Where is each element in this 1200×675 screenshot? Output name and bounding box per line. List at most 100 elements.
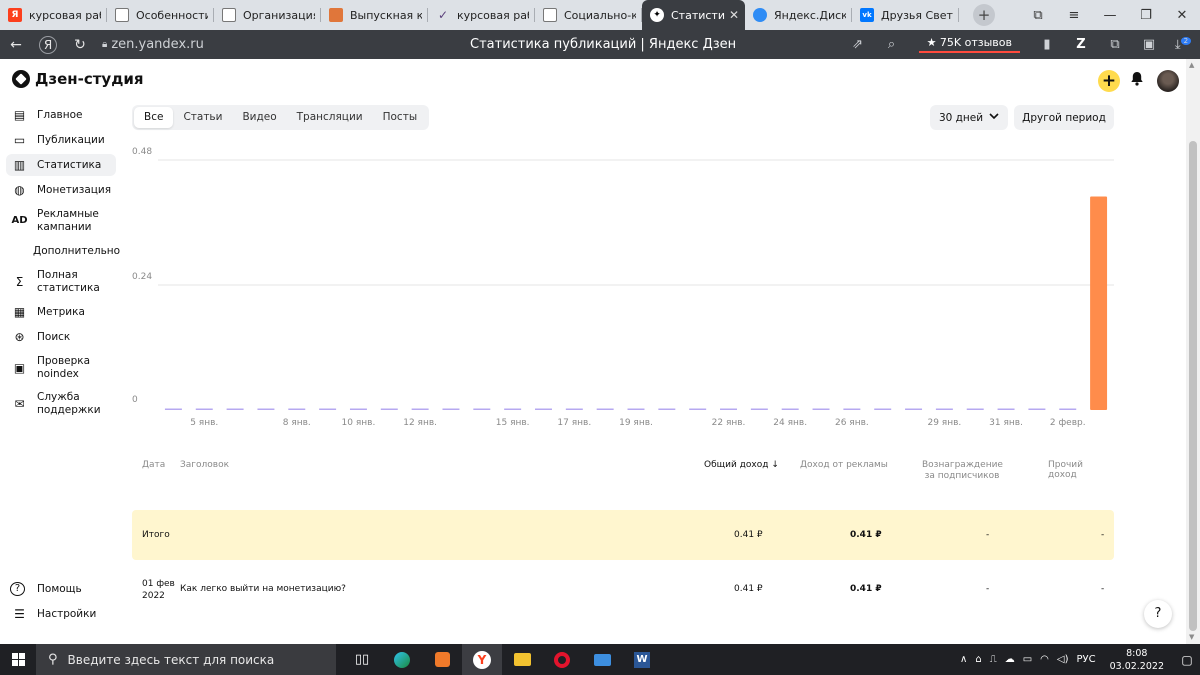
create-publication-button[interactable]: + [1098, 70, 1120, 92]
opera-icon[interactable] [542, 644, 582, 675]
scroll-up-arrow-icon[interactable]: ▲ [1189, 61, 1194, 69]
x-tick-label: 31 янв. [989, 418, 1023, 428]
column-total-revenue[interactable]: Общий доход ↓ [704, 460, 779, 470]
url-field[interactable]: 🔒︎ zen.yandex.ru [102, 37, 204, 52]
task-view-icon[interactable]: ▯▯ [342, 644, 382, 675]
notifications-icon[interactable]: ▢ [1174, 653, 1200, 667]
sidebar-item[interactable]: ☰ Настройки [6, 603, 116, 625]
chart-bar [1090, 196, 1108, 410]
x-tick-label: 19 янв. [619, 418, 653, 428]
tray-app-icon[interactable]: ⌂ [975, 654, 981, 665]
column-subscriber-reward[interactable]: Вознаграждение за подписчиков [922, 460, 1003, 482]
tray-onedrive-icon[interactable]: ☁ [1005, 654, 1015, 665]
yandex-button[interactable]: Я [39, 35, 57, 54]
search-page-icon[interactable]: ⌕ [875, 37, 909, 52]
browser-tab[interactable]: Якурсовая работ [0, 0, 107, 30]
revenue-bar-chart: 0 0.24 0.48 5 янв. 8 янв. 10 янв. 12 янв. 15 ян… [132, 147, 1114, 428]
sidebar-item[interactable]: ▭ Публикации [6, 129, 116, 151]
restore-icon[interactable]: ❐ [1128, 8, 1164, 23]
minimize-icon[interactable]: — [1092, 8, 1128, 23]
browser-tab[interactable]: ✓ курсовая работ [428, 0, 535, 30]
browser-tab[interactable]: ✦ Статистика п ✕ [642, 0, 745, 30]
network-app-icon[interactable] [582, 644, 622, 675]
zen-icon: ✦ [650, 8, 664, 22]
office-extension-icon[interactable]: ▣ [1132, 37, 1166, 52]
chart-bar [720, 408, 737, 410]
reload-icon[interactable]: ↻ [64, 37, 96, 53]
filter-tab[interactable]: Все [134, 107, 174, 128]
new-tab-button[interactable]: + [973, 4, 995, 26]
table-header: Дата Заголовок Общий доход ↓ Доход от ре… [132, 458, 1114, 488]
sidebar-item[interactable]: AD Рекламные кампании [6, 204, 116, 237]
translate-icon[interactable]: ⇗ [841, 37, 875, 52]
sidebar-item[interactable]: Σ Полная статистика [6, 265, 116, 298]
tray-chevron-icon[interactable]: ∧ [960, 654, 967, 665]
close-tab-icon[interactable]: ✕ [729, 8, 739, 22]
sidebar-item[interactable]: Дополнительно [6, 240, 120, 262]
column-date[interactable]: Дата [142, 460, 165, 470]
clock[interactable]: 8:08 03.02.2022 [1110, 647, 1164, 673]
sidebar-item[interactable]: ✉ Служба поддержки [6, 387, 116, 420]
yandex-icon: Я [8, 8, 22, 22]
filter-tab[interactable]: Посты [373, 107, 428, 128]
filter-tab[interactable]: Трансляции [287, 107, 373, 128]
extension-icon[interactable]: ⧉ [1098, 37, 1132, 52]
yandex-browser-icon[interactable]: Y [462, 644, 502, 675]
menu-icon[interactable]: ≡ [1056, 8, 1092, 23]
browser-tab[interactable]: Выпускная ква [321, 0, 428, 30]
table-row[interactable]: 01 фев 2022 Как легко выйти на монетизац… [132, 572, 1114, 608]
downloads-badge: 2 [1180, 36, 1192, 45]
sidebar-item-label: Поиск [37, 330, 71, 343]
back-arrow-icon[interactable]: ← [0, 37, 32, 53]
sidebar-item[interactable]: ⊛ Поиск [6, 326, 116, 348]
browser-tab[interactable]: Организация д [214, 0, 321, 30]
sidebar-item[interactable]: ▦ Метрика [6, 301, 116, 323]
dzen-studio-logo[interactable]: Дзен-студия [12, 70, 143, 88]
scroll-down-arrow-icon[interactable]: ▼ [1189, 633, 1194, 641]
close-window-icon[interactable]: ✕ [1164, 8, 1200, 23]
publications-icon: ▭ [13, 133, 26, 147]
sidebar-item-label: Главное [37, 108, 83, 121]
file-explorer-icon[interactable] [502, 644, 542, 675]
help-floating-button[interactable]: ? [1144, 600, 1172, 628]
reviews-badge[interactable]: ★ 75K отзывов [918, 36, 1020, 53]
filter-tab[interactable]: Видео [232, 107, 286, 128]
edge-icon[interactable] [382, 644, 422, 675]
start-button[interactable] [0, 644, 36, 675]
scrollbar-thumb[interactable] [1189, 141, 1197, 631]
browser-tab[interactable]: vk Друзья Светла [852, 0, 959, 30]
tabs-menu-icon[interactable]: ⧉ [1020, 8, 1056, 23]
other-period-button[interactable]: Другой период [1014, 105, 1114, 130]
row-title[interactable]: Как легко выйти на монетизацию? [180, 584, 346, 594]
sidebar-item[interactable]: ▣ Проверка noindex [6, 351, 116, 384]
word-icon[interactable]: W [622, 644, 662, 675]
period-dropdown[interactable]: 30 дней [930, 105, 1008, 130]
downloads-icon[interactable]: ⤓ 2 [1166, 36, 1200, 52]
wifi-icon[interactable]: ◠ [1040, 654, 1049, 665]
sidebar-item[interactable]: ? Помощь [6, 578, 116, 600]
page-scrollbar[interactable]: ▲ ▼ [1186, 59, 1200, 644]
language-indicator[interactable]: РУС [1076, 654, 1095, 665]
chart-bar [1059, 408, 1077, 410]
media-player-icon[interactable] [422, 644, 462, 675]
sidebar-item[interactable]: ▥ Статистика [6, 154, 116, 176]
taskbar-search[interactable]: ⚲ Введите здесь текст для поиска [36, 644, 336, 675]
doc-icon [222, 8, 236, 22]
column-title[interactable]: Заголовок [180, 460, 229, 470]
browser-tab[interactable]: Особенности т [107, 0, 214, 30]
column-ad-revenue[interactable]: Доход от рекламы [800, 460, 888, 470]
notifications-bell-icon[interactable] [1130, 71, 1144, 90]
browser-tab[interactable]: Социально-кул [535, 0, 642, 30]
browser-tab[interactable]: Яндекс.Диск [745, 0, 852, 30]
sidebar-item[interactable]: ◍ Монетизация [6, 179, 116, 201]
volume-icon[interactable]: ◁) [1057, 654, 1069, 665]
search-icon: ⚲ [48, 652, 58, 667]
battery-icon[interactable]: ▭ [1023, 654, 1032, 665]
column-other-revenue[interactable]: Прочий доход [1048, 460, 1114, 480]
bookmark-icon[interactable]: ▮ [1030, 37, 1064, 52]
filter-tab[interactable]: Статьи [173, 107, 232, 128]
zen-extension-button[interactable]: Z [1064, 37, 1098, 52]
sidebar-item[interactable]: ▤ Главное [6, 104, 116, 126]
tray-usb-icon[interactable]: ⎍ [990, 654, 997, 665]
user-avatar[interactable] [1157, 70, 1179, 92]
